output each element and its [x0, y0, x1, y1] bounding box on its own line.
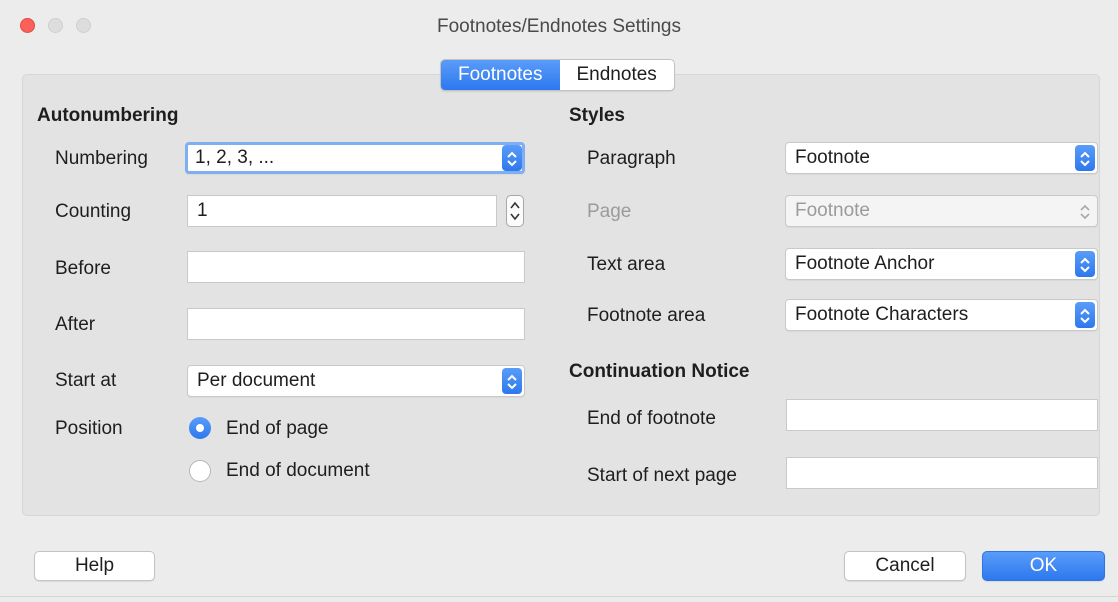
chevron-updown-icon: [502, 368, 522, 394]
page-style-select: Footnote: [785, 195, 1098, 227]
chevron-updown-icon: [1075, 145, 1095, 171]
numbering-value: 1, 2, 3, ...: [195, 147, 275, 168]
ok-button[interactable]: OK: [982, 551, 1105, 581]
end-of-footnote-field[interactable]: [786, 399, 1098, 431]
counting-label: Counting: [55, 201, 132, 222]
numbering-label: Numbering: [55, 148, 148, 169]
help-button[interactable]: Help: [34, 551, 155, 581]
styles-heading: Styles: [569, 105, 625, 126]
start-of-next-page-label: Start of next page: [587, 465, 737, 486]
radio-end-of-page[interactable]: [189, 417, 211, 439]
chevron-updown-icon: [1075, 302, 1095, 328]
continuation-notice-heading: Continuation Notice: [569, 361, 750, 382]
tab-panel: [22, 74, 1100, 516]
start-at-value: Per document: [197, 370, 316, 391]
before-label: Before: [55, 258, 111, 279]
start-of-next-page-field[interactable]: [786, 457, 1098, 489]
tab-footnotes[interactable]: Footnotes: [441, 60, 560, 90]
footnote-area-style-value: Footnote Characters: [795, 304, 969, 325]
end-of-page-label[interactable]: End of page: [226, 418, 328, 440]
window-title: Footnotes/Endnotes Settings: [437, 16, 681, 37]
end-of-document-label[interactable]: End of document: [226, 460, 370, 482]
footnote-area-label: Footnote area: [587, 305, 706, 326]
page-style-value: Footnote: [795, 200, 870, 221]
numbering-select[interactable]: 1, 2, 3, ...: [185, 142, 525, 174]
counting-stepper[interactable]: [506, 195, 524, 227]
autonumbering-heading: Autonumbering: [37, 105, 179, 126]
chevron-updown-icon: [1075, 198, 1095, 224]
text-area-style-select[interactable]: Footnote Anchor: [785, 248, 1098, 280]
footnote-area-style-select[interactable]: Footnote Characters: [785, 299, 1098, 331]
chevron-updown-icon: [1075, 251, 1095, 277]
after-field[interactable]: [187, 308, 525, 340]
page-label: Page: [587, 201, 632, 222]
title-bar: Footnotes/Endnotes Settings: [0, 0, 1118, 54]
tab-endnotes[interactable]: Endnotes: [560, 60, 674, 90]
text-area-label: Text area: [587, 254, 666, 275]
radio-end-of-document[interactable]: [189, 460, 211, 482]
stepper-arrows-icon: [510, 201, 520, 221]
start-at-select[interactable]: Per document: [187, 365, 525, 397]
window-bottom-edge: [0, 596, 1118, 597]
text-area-style-value: Footnote Anchor: [795, 253, 935, 274]
before-field[interactable]: [187, 251, 525, 283]
paragraph-style-select[interactable]: Footnote: [785, 142, 1098, 174]
position-label: Position: [55, 418, 123, 439]
end-of-footnote-label: End of footnote: [587, 408, 716, 429]
chevron-updown-icon: [502, 145, 522, 171]
counting-field[interactable]: 1: [187, 195, 497, 227]
start-at-label: Start at: [55, 370, 117, 391]
after-label: After: [55, 314, 96, 335]
paragraph-style-value: Footnote: [795, 147, 870, 168]
cancel-button[interactable]: Cancel: [844, 551, 966, 581]
paragraph-label: Paragraph: [587, 148, 676, 169]
tab-bar: Footnotes Endnotes: [440, 59, 675, 91]
